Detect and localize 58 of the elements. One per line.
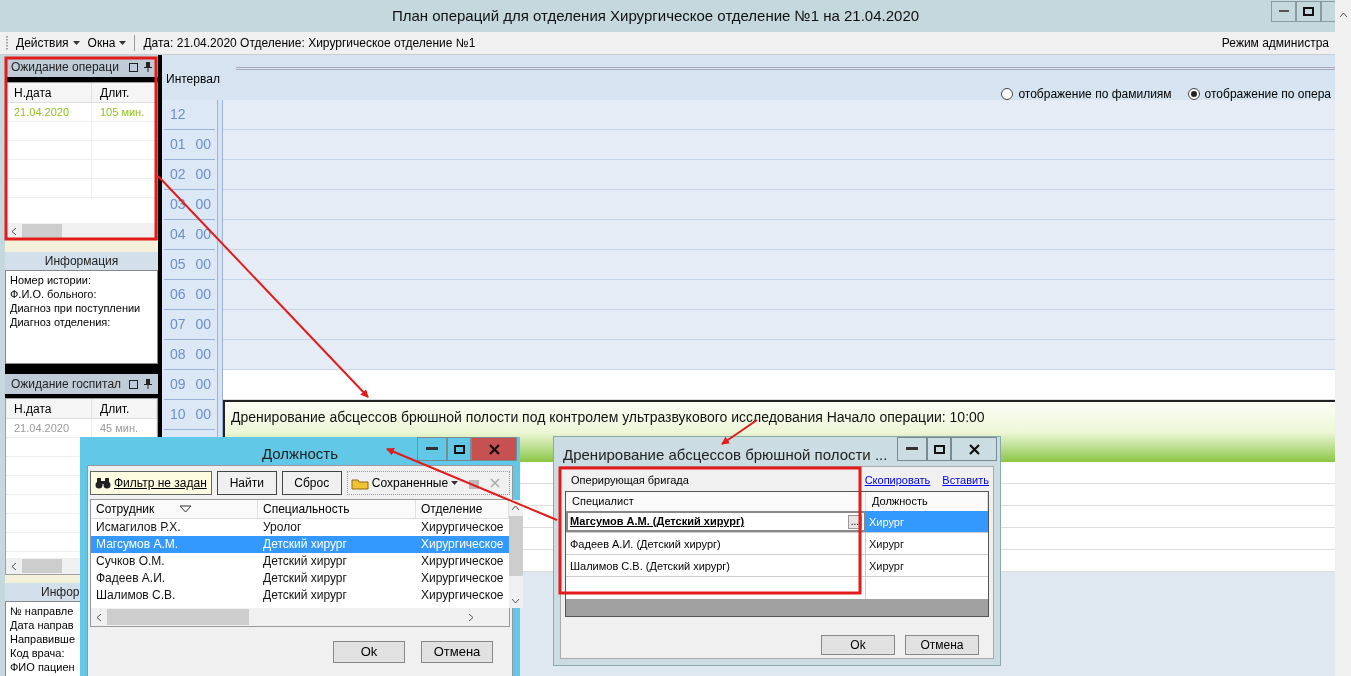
table-cell: 21.04.2020	[6, 103, 92, 121]
mode-label: Режим администра	[1221, 35, 1329, 52]
info-label: № направле	[10, 604, 74, 618]
dialog-title: Должность	[261, 444, 339, 464]
dialog-title: Дренирование абсцессов брюшной полости ...	[563, 445, 888, 465]
info-text: Дата: 21.04.2020 Отделение: Хирургическое отделение №1	[143, 35, 477, 52]
table-cell-text: Исмагилов Р.Х.	[95, 519, 182, 536]
table-cell: 105 мин.	[92, 103, 157, 121]
hour-label: 10	[170, 405, 186, 424]
table-cell-text: Детский хирург	[262, 553, 348, 570]
minute-label: 00	[195, 195, 212, 214]
minute-label: 00	[195, 315, 212, 334]
table-cell-text: Хирургическое	[420, 587, 505, 604]
table-cell-text: Детский хирург	[262, 570, 348, 587]
minute-label: 00	[195, 225, 212, 244]
hour-label: 02	[170, 165, 186, 184]
info-label: Диагноз при поступлении	[10, 301, 141, 315]
operation-text: Дренирование абсцессов брюшной полости под контролем ультразвукового исследования Начало операции: 10:00	[231, 409, 985, 425]
table-cell: Фадеев А.И. (Детский хирург)	[566, 533, 866, 554]
interval-label: Интервал	[166, 71, 221, 88]
table-cell-text: Хирургическое	[420, 570, 505, 587]
info-label: Дата направ	[10, 618, 74, 632]
minute-label: 00	[195, 375, 212, 394]
info-label: ФИО пациен	[10, 660, 75, 674]
info-label: Код врача:	[10, 646, 65, 660]
info-header: Информация	[5, 252, 158, 270]
minute-label: 00	[195, 285, 212, 304]
panel-title: Ожидание госпитал	[11, 376, 123, 393]
hour-label: 09	[170, 375, 186, 394]
panel-title: Ожидание операци	[11, 59, 120, 76]
table-cell: Шалимов С.В. (Детский хирург)	[566, 555, 866, 576]
table-cell-text: Хирургическое	[420, 553, 505, 570]
hour-label: 06	[170, 285, 186, 304]
table-cell-text: Детский хирург	[262, 587, 348, 604]
table-cell-text: Уролог	[262, 519, 303, 536]
info-label: Направивше	[10, 632, 76, 646]
hour-label: 03	[170, 195, 186, 214]
table-cell-text: Детский хирург	[262, 536, 348, 553]
minute-label: 00	[195, 255, 212, 274]
table-cell-text: Сучков О.М.	[95, 553, 166, 570]
section-label: Оперирующая бригада	[570, 472, 690, 488]
minute-label: 00	[195, 345, 212, 364]
table-cell-text: Хирургическое	[420, 519, 505, 536]
hour-label: 07	[170, 315, 186, 334]
hour-label: 12	[170, 105, 186, 124]
table-cell-text: Хирургическое	[420, 536, 505, 553]
hour-label: 04	[170, 225, 186, 244]
minute-label: 00	[195, 135, 212, 154]
minute-label: 00	[195, 165, 212, 184]
minute-label: 00	[195, 405, 212, 424]
info-label: Диагноз отделения:	[10, 315, 111, 329]
table-cell-text: Магсумов А.М.	[95, 536, 180, 553]
hour-label: 05	[170, 255, 186, 274]
hour-label: 08	[170, 345, 186, 364]
hour-label: 01	[170, 135, 186, 154]
window-title: План операций для отделения Хирургическое отделение №1 на 21.04.2020	[390, 5, 921, 26]
info-label: Ф.И.О. больного:	[10, 287, 97, 301]
info-label: Номер истории:	[10, 273, 92, 287]
